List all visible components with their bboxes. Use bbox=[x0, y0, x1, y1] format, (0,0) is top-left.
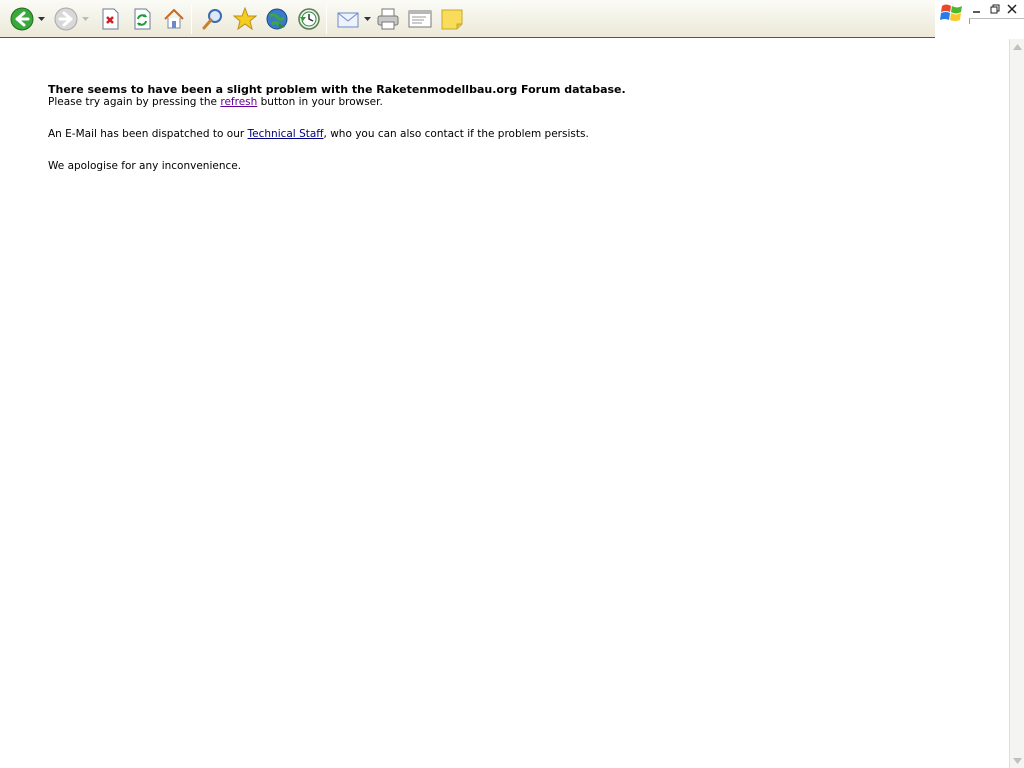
back-arrow-icon bbox=[10, 7, 34, 30]
toolbar-separator bbox=[326, 3, 327, 34]
refresh-link[interactable]: refresh bbox=[220, 96, 257, 108]
window-controls bbox=[935, 0, 1024, 38]
chevron-down-icon bbox=[1013, 757, 1022, 764]
stop-icon bbox=[102, 8, 119, 29]
refresh-text-after: button in your browser. bbox=[257, 96, 383, 108]
mail-dropdown-button[interactable] bbox=[362, 5, 372, 33]
chevron-down-icon bbox=[37, 16, 45, 21]
refresh-instruction: Please try again by pressing the refresh… bbox=[48, 96, 1009, 109]
mail-icon bbox=[337, 12, 359, 27]
print-button[interactable] bbox=[374, 5, 402, 33]
chevron-down-icon bbox=[81, 16, 89, 21]
edit-icon bbox=[408, 10, 432, 27]
chevron-down-icon bbox=[363, 16, 371, 21]
discuss-button[interactable] bbox=[438, 5, 466, 33]
search-button[interactable] bbox=[199, 5, 227, 33]
scroll-up-button[interactable] bbox=[1010, 39, 1024, 54]
media-globe-icon bbox=[266, 8, 288, 29]
minimize-icon bbox=[973, 11, 980, 13]
restore-button[interactable] bbox=[988, 2, 1002, 16]
email-notice: An E-Mail has been dispatched to our Tec… bbox=[48, 128, 1009, 141]
browser-toolbar bbox=[0, 0, 935, 38]
refresh-button[interactable] bbox=[128, 5, 156, 33]
toolbar-separator bbox=[191, 3, 192, 34]
email-text-after: , who you can also contact if the proble… bbox=[323, 128, 589, 140]
restore-icon bbox=[990, 4, 1000, 14]
edit-button[interactable] bbox=[406, 5, 434, 33]
email-text-before: An E-Mail has been dispatched to our bbox=[48, 128, 248, 140]
forward-dropdown-button[interactable] bbox=[80, 5, 90, 33]
forward-button[interactable] bbox=[52, 5, 80, 33]
close-button[interactable] bbox=[1005, 2, 1019, 16]
chevron-up-icon bbox=[1013, 43, 1022, 50]
minimize-button[interactable] bbox=[970, 2, 984, 16]
scroll-down-button[interactable] bbox=[1010, 753, 1024, 768]
mail-button[interactable] bbox=[334, 5, 362, 33]
page-content: There seems to have been a slight proble… bbox=[0, 39, 1009, 768]
close-icon bbox=[1007, 4, 1017, 14]
progress-indicator bbox=[969, 18, 1024, 24]
error-title: There seems to have been a slight proble… bbox=[48, 83, 626, 96]
refresh-text-before: Please try again by pressing the bbox=[48, 96, 221, 108]
windows-flag-icon bbox=[940, 4, 962, 21]
favorites-star-icon bbox=[233, 6, 257, 30]
apology-text: We apologise for any inconvenience. bbox=[48, 160, 242, 172]
print-icon bbox=[377, 8, 399, 29]
search-icon bbox=[202, 8, 222, 29]
technical-staff-link[interactable]: Technical Staff bbox=[248, 128, 324, 140]
history-button[interactable] bbox=[295, 5, 323, 33]
forward-arrow-icon bbox=[54, 7, 78, 30]
vertical-scrollbar[interactable] bbox=[1009, 39, 1024, 768]
home-icon bbox=[164, 8, 184, 28]
back-button[interactable] bbox=[8, 5, 36, 33]
discuss-note-icon bbox=[441, 9, 463, 29]
home-button[interactable] bbox=[160, 5, 188, 33]
stop-button[interactable] bbox=[96, 5, 124, 33]
favorites-button[interactable] bbox=[231, 5, 259, 33]
media-button[interactable] bbox=[263, 5, 291, 33]
back-dropdown-button[interactable] bbox=[36, 5, 46, 33]
refresh-icon bbox=[134, 8, 151, 29]
history-icon bbox=[298, 7, 320, 30]
